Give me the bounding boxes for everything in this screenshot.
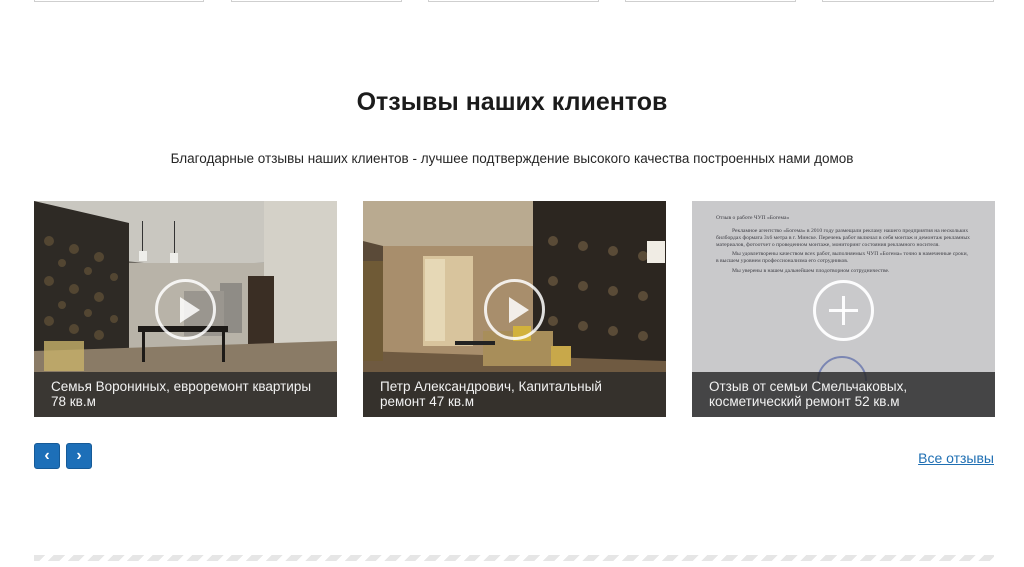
review-caption: Отзыв от семьи Смельчаковых, косметическ… <box>692 372 995 417</box>
letter-heading: Отзыв о работе ЧУП «Богема» <box>716 215 790 221</box>
play-icon[interactable] <box>155 279 216 340</box>
review-caption-line: Петр Александрович, Капитальный <box>380 379 602 394</box>
prev-button[interactable]: ‹ <box>34 443 60 469</box>
review-card-1[interactable]: Семья Ворониных, евроремонт квартиры 78 … <box>34 201 337 417</box>
review-card-3[interactable]: Отзыв о работе ЧУП «Богема» Рекламное аг… <box>692 201 995 417</box>
review-caption: Семья Ворониных, евроремонт квартиры 78 … <box>34 372 337 417</box>
letter-paragraph: Рекламное агентство «Богема» в 2010 году… <box>716 228 970 248</box>
prev-section-box <box>822 0 994 2</box>
review-caption-line: Отзыв от семьи Смельчаковых, <box>709 379 908 394</box>
review-caption-line: 78 кв.м <box>51 394 96 409</box>
prev-section-box <box>231 0 402 2</box>
review-caption: Петр Александрович, Капитальный ремонт 4… <box>363 372 666 417</box>
review-caption-line: Семья Ворониных, евроремонт квартиры <box>51 379 312 394</box>
zoom-plus-icon[interactable] <box>813 280 874 341</box>
next-button[interactable]: › <box>66 443 92 469</box>
review-card-2[interactable]: Петр Александрович, Капитальный ремонт 4… <box>363 201 666 417</box>
prev-section-box <box>34 0 204 2</box>
review-caption-line: косметический ремонт 52 кв.м <box>709 394 900 409</box>
section-divider <box>34 555 994 561</box>
play-icon[interactable] <box>484 279 545 340</box>
all-reviews-link[interactable]: Все отзывы <box>918 450 994 466</box>
prev-section-box <box>428 0 599 2</box>
section-subtitle: Благодарные отзывы наших клиентов - лучш… <box>170 151 854 166</box>
letter-paragraph: Мы удовлетворены качеством всех работ, в… <box>716 251 968 264</box>
letter-paragraph: Мы уверены в нашем дальнейшем плодотворн… <box>732 268 890 274</box>
prev-section-box <box>625 0 796 2</box>
review-caption-line: ремонт 47 кв.м <box>380 394 475 409</box>
section-title: Отзывы наших клиентов <box>356 88 668 116</box>
